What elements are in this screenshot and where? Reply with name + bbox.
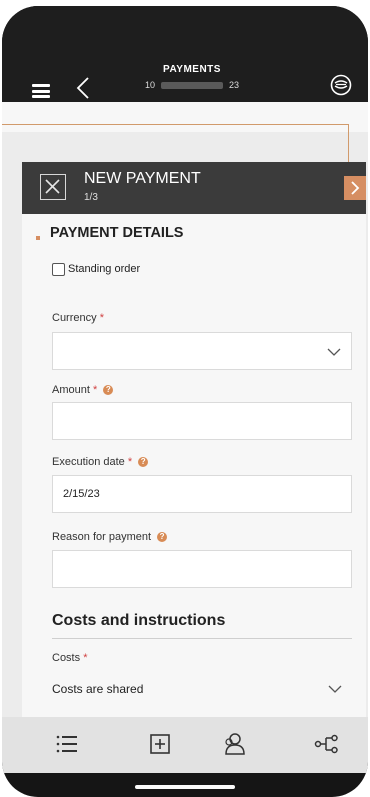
card-header: NEW PAYMENT 1/3 [22, 162, 366, 214]
required-marker: * [92, 384, 98, 396]
standing-order-row[interactable]: Standing order [52, 262, 140, 276]
amount-input[interactable] [52, 402, 352, 440]
account-number: 10 23 [122, 80, 262, 90]
close-icon [45, 179, 60, 194]
help-icon[interactable]: ? [103, 385, 114, 396]
payment-card: NEW PAYMENT 1/3 PAYMENT DETAILS Standing… [22, 162, 366, 717]
card-title: NEW PAYMENT [84, 170, 201, 187]
currency-select[interactable] [52, 332, 352, 370]
standing-order-checkbox[interactable] [52, 262, 65, 276]
section-marker [36, 236, 40, 240]
execution-date-label-text: Execution date [52, 456, 125, 468]
section-title: PAYMENT DETAILS [50, 225, 184, 241]
home-indicator[interactable] [135, 785, 235, 789]
help-icon[interactable]: ? [157, 532, 168, 543]
app-header: PAYMENTS 10 23 [2, 6, 368, 102]
top-strip [2, 102, 368, 132]
account-prefix: 10 [144, 80, 155, 90]
connector-line-vertical [348, 124, 349, 162]
connector-line [2, 124, 348, 125]
phone-screen: PAYMENTS 10 23 NEW PAYMENT 1/3 PAYMENT D… [0, 0, 370, 797]
list-icon[interactable] [52, 729, 82, 759]
standing-order-label: Standing order [68, 263, 141, 275]
reason-label-text: Reason for payment [52, 531, 152, 543]
reason-label: Reason for payment ? [52, 531, 168, 543]
amount-label: Amount * ? [52, 384, 114, 396]
main-content: NEW PAYMENT 1/3 PAYMENT DETAILS Standing… [2, 102, 368, 717]
reason-input[interactable] [52, 550, 352, 588]
costs-value: Costs are shared [52, 682, 144, 696]
required-marker: * [99, 312, 104, 324]
account-suffix: 23 [229, 80, 240, 90]
bottom-navigation [2, 717, 368, 773]
currency-label: Currency * [52, 312, 104, 324]
costs-section-title: Costs and instructions [52, 612, 226, 629]
required-marker: * [127, 456, 133, 468]
chevron-down-icon [328, 685, 342, 693]
account-mask [161, 82, 223, 90]
execution-date-value: 2/15/23 [63, 488, 100, 500]
amount-label-text: Amount [52, 384, 90, 396]
next-button[interactable] [344, 176, 366, 200]
chevron-right-icon [351, 181, 360, 195]
device-frame: PAYMENTS 10 23 NEW PAYMENT 1/3 PAYMENT D… [2, 6, 368, 797]
chevron-down-icon [327, 348, 341, 356]
bank-logo-icon[interactable] [330, 74, 352, 96]
back-icon[interactable] [74, 76, 92, 100]
add-icon[interactable] [145, 729, 175, 759]
step-indicator: 1/3 [84, 192, 98, 203]
required-marker: * [83, 652, 88, 664]
currency-label-text: Currency [52, 312, 97, 324]
costs-label: Costs * [52, 652, 87, 664]
costs-label-text: Costs [52, 652, 81, 664]
contacts-icon[interactable] [220, 729, 250, 759]
execution-date-label: Execution date * ? [52, 456, 149, 468]
close-button[interactable] [40, 174, 66, 200]
execution-date-input[interactable]: 2/15/23 [52, 475, 352, 513]
share-icon[interactable] [312, 729, 342, 759]
costs-select[interactable]: Costs are shared [52, 670, 352, 708]
page-title: PAYMENTS [163, 64, 221, 75]
section-divider [52, 638, 352, 639]
menu-icon[interactable] [32, 84, 50, 98]
help-icon[interactable]: ? [138, 457, 149, 468]
